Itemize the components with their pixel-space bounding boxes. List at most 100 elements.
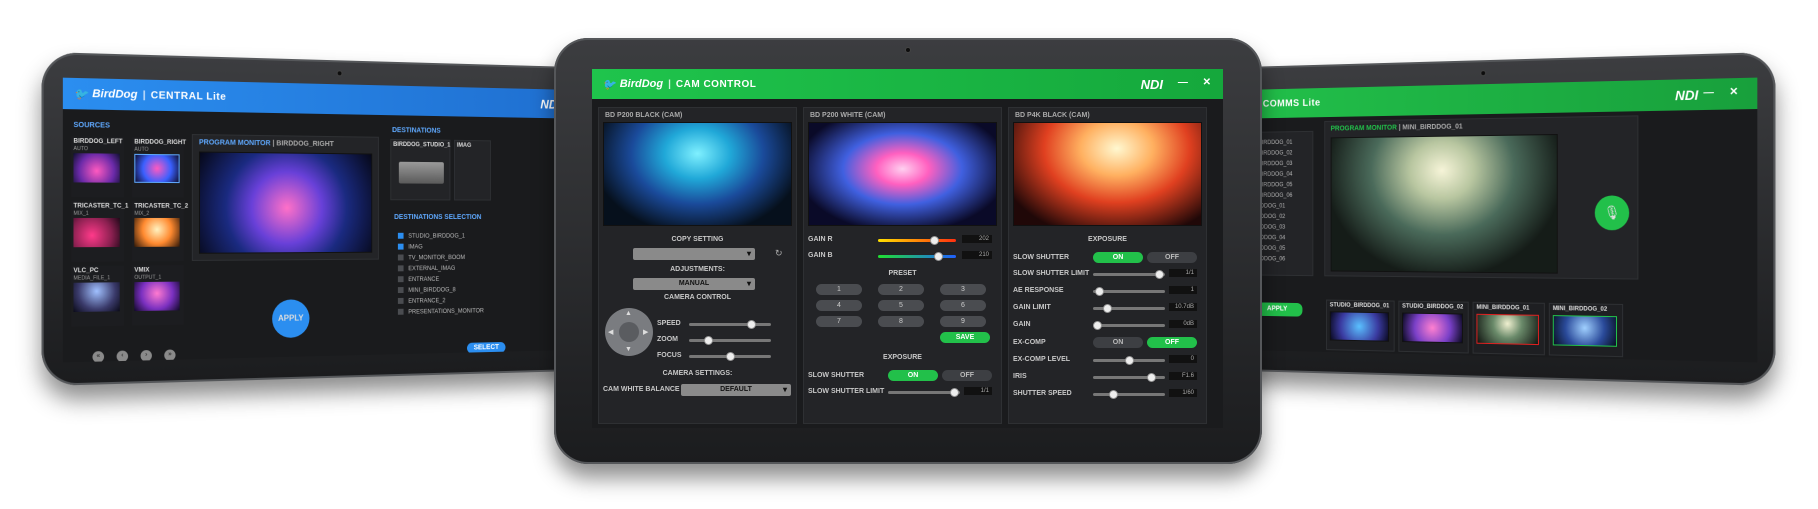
slow-shutter-on-toggle[interactable]: ON <box>1093 252 1143 263</box>
focus-label: FOCUS <box>657 352 682 359</box>
zoom-knob[interactable] <box>704 336 713 345</box>
checkbox-icon <box>398 309 404 315</box>
camera-settings-label: CAMERA SETTINGS: <box>599 370 796 377</box>
comms-lite-screen: COMMS Lite NDI — ✕ O_BIRDDOG_01 O_BIRDDO… <box>1247 78 1758 363</box>
slow-shutter-on-toggle[interactable]: ON <box>888 370 938 381</box>
slow-shutter-off-toggle[interactable]: OFF <box>942 370 992 381</box>
focus-knob[interactable] <box>726 352 735 361</box>
speed-slider[interactable] <box>689 323 771 326</box>
arrow-left-icon[interactable]: ◀ <box>608 328 613 336</box>
arrow-right-icon[interactable]: ▶ <box>643 328 648 336</box>
slider-knob[interactable] <box>1103 304 1112 313</box>
destination-label: PRESENTATIONS_MONITOR <box>408 308 484 315</box>
preset-button[interactable]: 8 <box>878 316 924 327</box>
slider-knob[interactable] <box>1155 270 1164 279</box>
speed-label: SPEED <box>657 320 681 327</box>
source-name: VMIX <box>134 267 149 273</box>
destination-device-tile[interactable]: IMAG <box>454 140 491 201</box>
source-tile[interactable]: TRICASTER_TC_2 MIX_2 <box>132 201 183 261</box>
source-sub: AUTO <box>134 147 148 153</box>
gain-b-slider[interactable] <box>878 255 956 258</box>
comms-tile[interactable]: STUDIO_BIRDDOG_02 <box>1398 301 1468 354</box>
slow-shutter-limit-slider[interactable] <box>1093 273 1165 276</box>
skip-back-icon[interactable]: « <box>92 351 104 362</box>
slow-shutter-limit-slider[interactable] <box>888 391 960 394</box>
ex-comp-off-toggle[interactable]: OFF <box>1147 337 1197 348</box>
ae-response-slider[interactable] <box>1093 290 1165 293</box>
source-tile[interactable]: VMIX OUTPUT_1 <box>132 265 183 325</box>
gain-label: GAIN <box>1013 321 1031 328</box>
comms-tile[interactable]: MINI_BIRDDOG_01 <box>1473 302 1545 356</box>
arrow-up-icon[interactable]: ▲ <box>625 310 632 317</box>
preset-button[interactable]: 5 <box>878 300 924 311</box>
window-controls[interactable]: — ✕ <box>1703 86 1744 98</box>
slow-shutter-limit-value: 1/1 <box>1169 269 1197 277</box>
preset-button[interactable]: 1 <box>816 284 862 295</box>
slider-knob[interactable] <box>1093 321 1102 330</box>
gain-value: 0dB <box>1169 320 1197 328</box>
source-thumbnail <box>73 282 119 312</box>
copy-setting-dropdown[interactable] <box>633 248 755 260</box>
preset-button[interactable]: 7 <box>816 316 862 327</box>
comms-tile[interactable]: STUDIO_BIRDDOG_01 <box>1326 300 1395 352</box>
gain-slider[interactable] <box>1093 324 1165 327</box>
microphone-button[interactable]: 🎙 <box>1595 195 1629 230</box>
destination-item[interactable]: STUDIO_BIRDDOG_1 <box>398 232 484 243</box>
select-button[interactable]: SELECT <box>467 342 505 354</box>
arrow-down-icon[interactable]: ▼ <box>625 346 632 353</box>
gain-r-slider[interactable] <box>878 239 956 242</box>
preset-button[interactable]: 4 <box>816 300 862 311</box>
slow-shutter-off-toggle[interactable]: OFF <box>1147 252 1197 263</box>
camera-preview <box>1013 122 1202 226</box>
comms-tile-thumbnail-preview <box>1553 315 1617 347</box>
comms-tile-thumbnail-active <box>1476 314 1538 345</box>
source-tile[interactable]: TRICASTER_TC_1 MIX_1 <box>71 201 124 262</box>
ptz-direction-pad[interactable]: ▲ ▼ ◀ ▶ <box>605 308 653 356</box>
source-thumbnail-selected <box>134 154 179 183</box>
destination-device-name: BIRDDOG_STUDIO_1 <box>393 142 450 149</box>
skip-forward-icon[interactable]: » <box>164 349 175 361</box>
ex-comp-level-slider[interactable] <box>1093 359 1165 362</box>
comms-tile[interactable]: MINI_BIRDDOG_02 <box>1549 303 1623 357</box>
apply-button[interactable]: APPLY <box>272 299 309 338</box>
program-monitor-heading: PROGRAM MONITOR | BIRDDOG_RIGHT <box>199 139 334 148</box>
gain-b-knob[interactable] <box>934 252 943 261</box>
slider-knob[interactable] <box>1125 356 1134 365</box>
destination-item[interactable]: TV_MONITOR_BOOM <box>398 253 484 264</box>
comms-program-monitor-panel: PROGRAM MONITOR | MINI_BIRDDOG_01 <box>1324 115 1638 279</box>
save-preset-button[interactable]: SAVE <box>940 332 990 343</box>
step-back-icon[interactable]: ‹ <box>117 350 128 362</box>
preset-button[interactable]: 3 <box>940 284 986 295</box>
shutter-speed-slider[interactable] <box>1093 393 1165 396</box>
refresh-icon[interactable]: ↻ <box>775 248 783 259</box>
slow-shutter-label: SLOW SHUTTER <box>808 372 864 379</box>
preset-button[interactable]: 6 <box>940 300 986 311</box>
preset-button[interactable]: 2 <box>878 284 924 295</box>
zoom-slider[interactable] <box>689 339 771 342</box>
window-controls[interactable]: — ✕ <box>1178 77 1217 88</box>
gain-limit-slider[interactable] <box>1093 307 1165 310</box>
destination-device-tile[interactable]: BIRDDOG_STUDIO_1 <box>390 139 450 201</box>
slow-shutter-limit-knob[interactable] <box>950 388 959 397</box>
ex-comp-on-toggle[interactable]: ON <box>1093 337 1143 348</box>
step-forward-icon[interactable]: › <box>141 350 152 362</box>
focus-slider[interactable] <box>689 355 771 358</box>
adjustments-dropdown[interactable]: MANUAL <box>633 278 755 290</box>
preset-button[interactable]: 9 <box>940 316 986 327</box>
checkbox-icon <box>398 277 404 283</box>
source-tile[interactable]: BIRDDOG_LEFT AUTO <box>71 136 124 197</box>
source-tile[interactable]: VLC_PC MEDIA_FILE_1 <box>71 266 124 327</box>
slider-knob[interactable] <box>1095 287 1104 296</box>
gain-r-knob[interactable] <box>930 236 939 245</box>
destination-item[interactable]: PRESENTATIONS_MONITOR <box>398 306 484 318</box>
iris-slider[interactable] <box>1093 376 1165 379</box>
destination-label: EXTERNAL_IMAG <box>408 266 455 272</box>
slider-knob[interactable] <box>1147 373 1156 382</box>
slider-knob[interactable] <box>1109 390 1118 399</box>
destination-item[interactable]: IMAG <box>398 242 484 253</box>
source-name: BIRDDOG_LEFT <box>73 139 122 146</box>
source-tile[interactable]: BIRDDOG_RIGHT AUTO <box>132 137 183 197</box>
program-monitor-label: PROGRAM MONITOR <box>199 139 271 147</box>
speed-knob[interactable] <box>747 320 756 329</box>
cam-white-balance-dropdown[interactable]: DEFAULT <box>681 384 791 396</box>
